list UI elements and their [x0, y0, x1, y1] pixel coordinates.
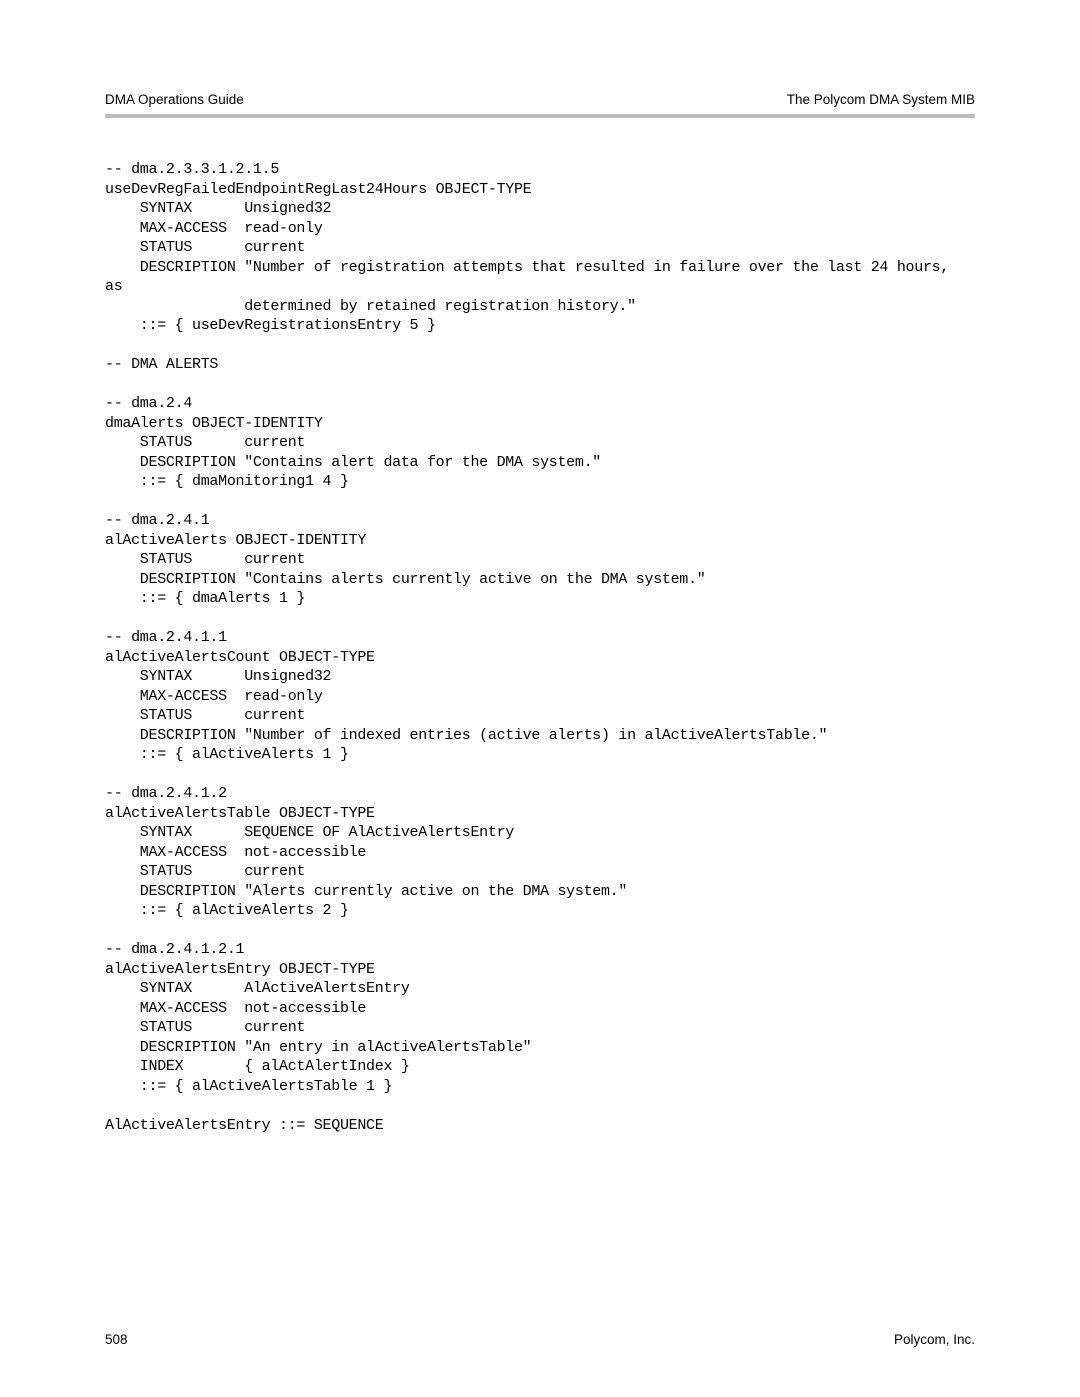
page-number: 508 — [105, 1332, 128, 1347]
mib-code-block: -- dma.2.3.3.1.2.1.5 useDevRegFailedEndp… — [105, 160, 975, 1135]
header-right-title: The Polycom DMA System MIB — [787, 92, 975, 107]
page-footer: 508 Polycom, Inc. — [105, 1332, 975, 1347]
company-name: Polycom, Inc. — [894, 1332, 975, 1347]
header-left-title: DMA Operations Guide — [105, 92, 244, 107]
page-header: DMA Operations Guide The Polycom DMA Sys… — [105, 92, 975, 107]
header-divider — [105, 114, 975, 118]
